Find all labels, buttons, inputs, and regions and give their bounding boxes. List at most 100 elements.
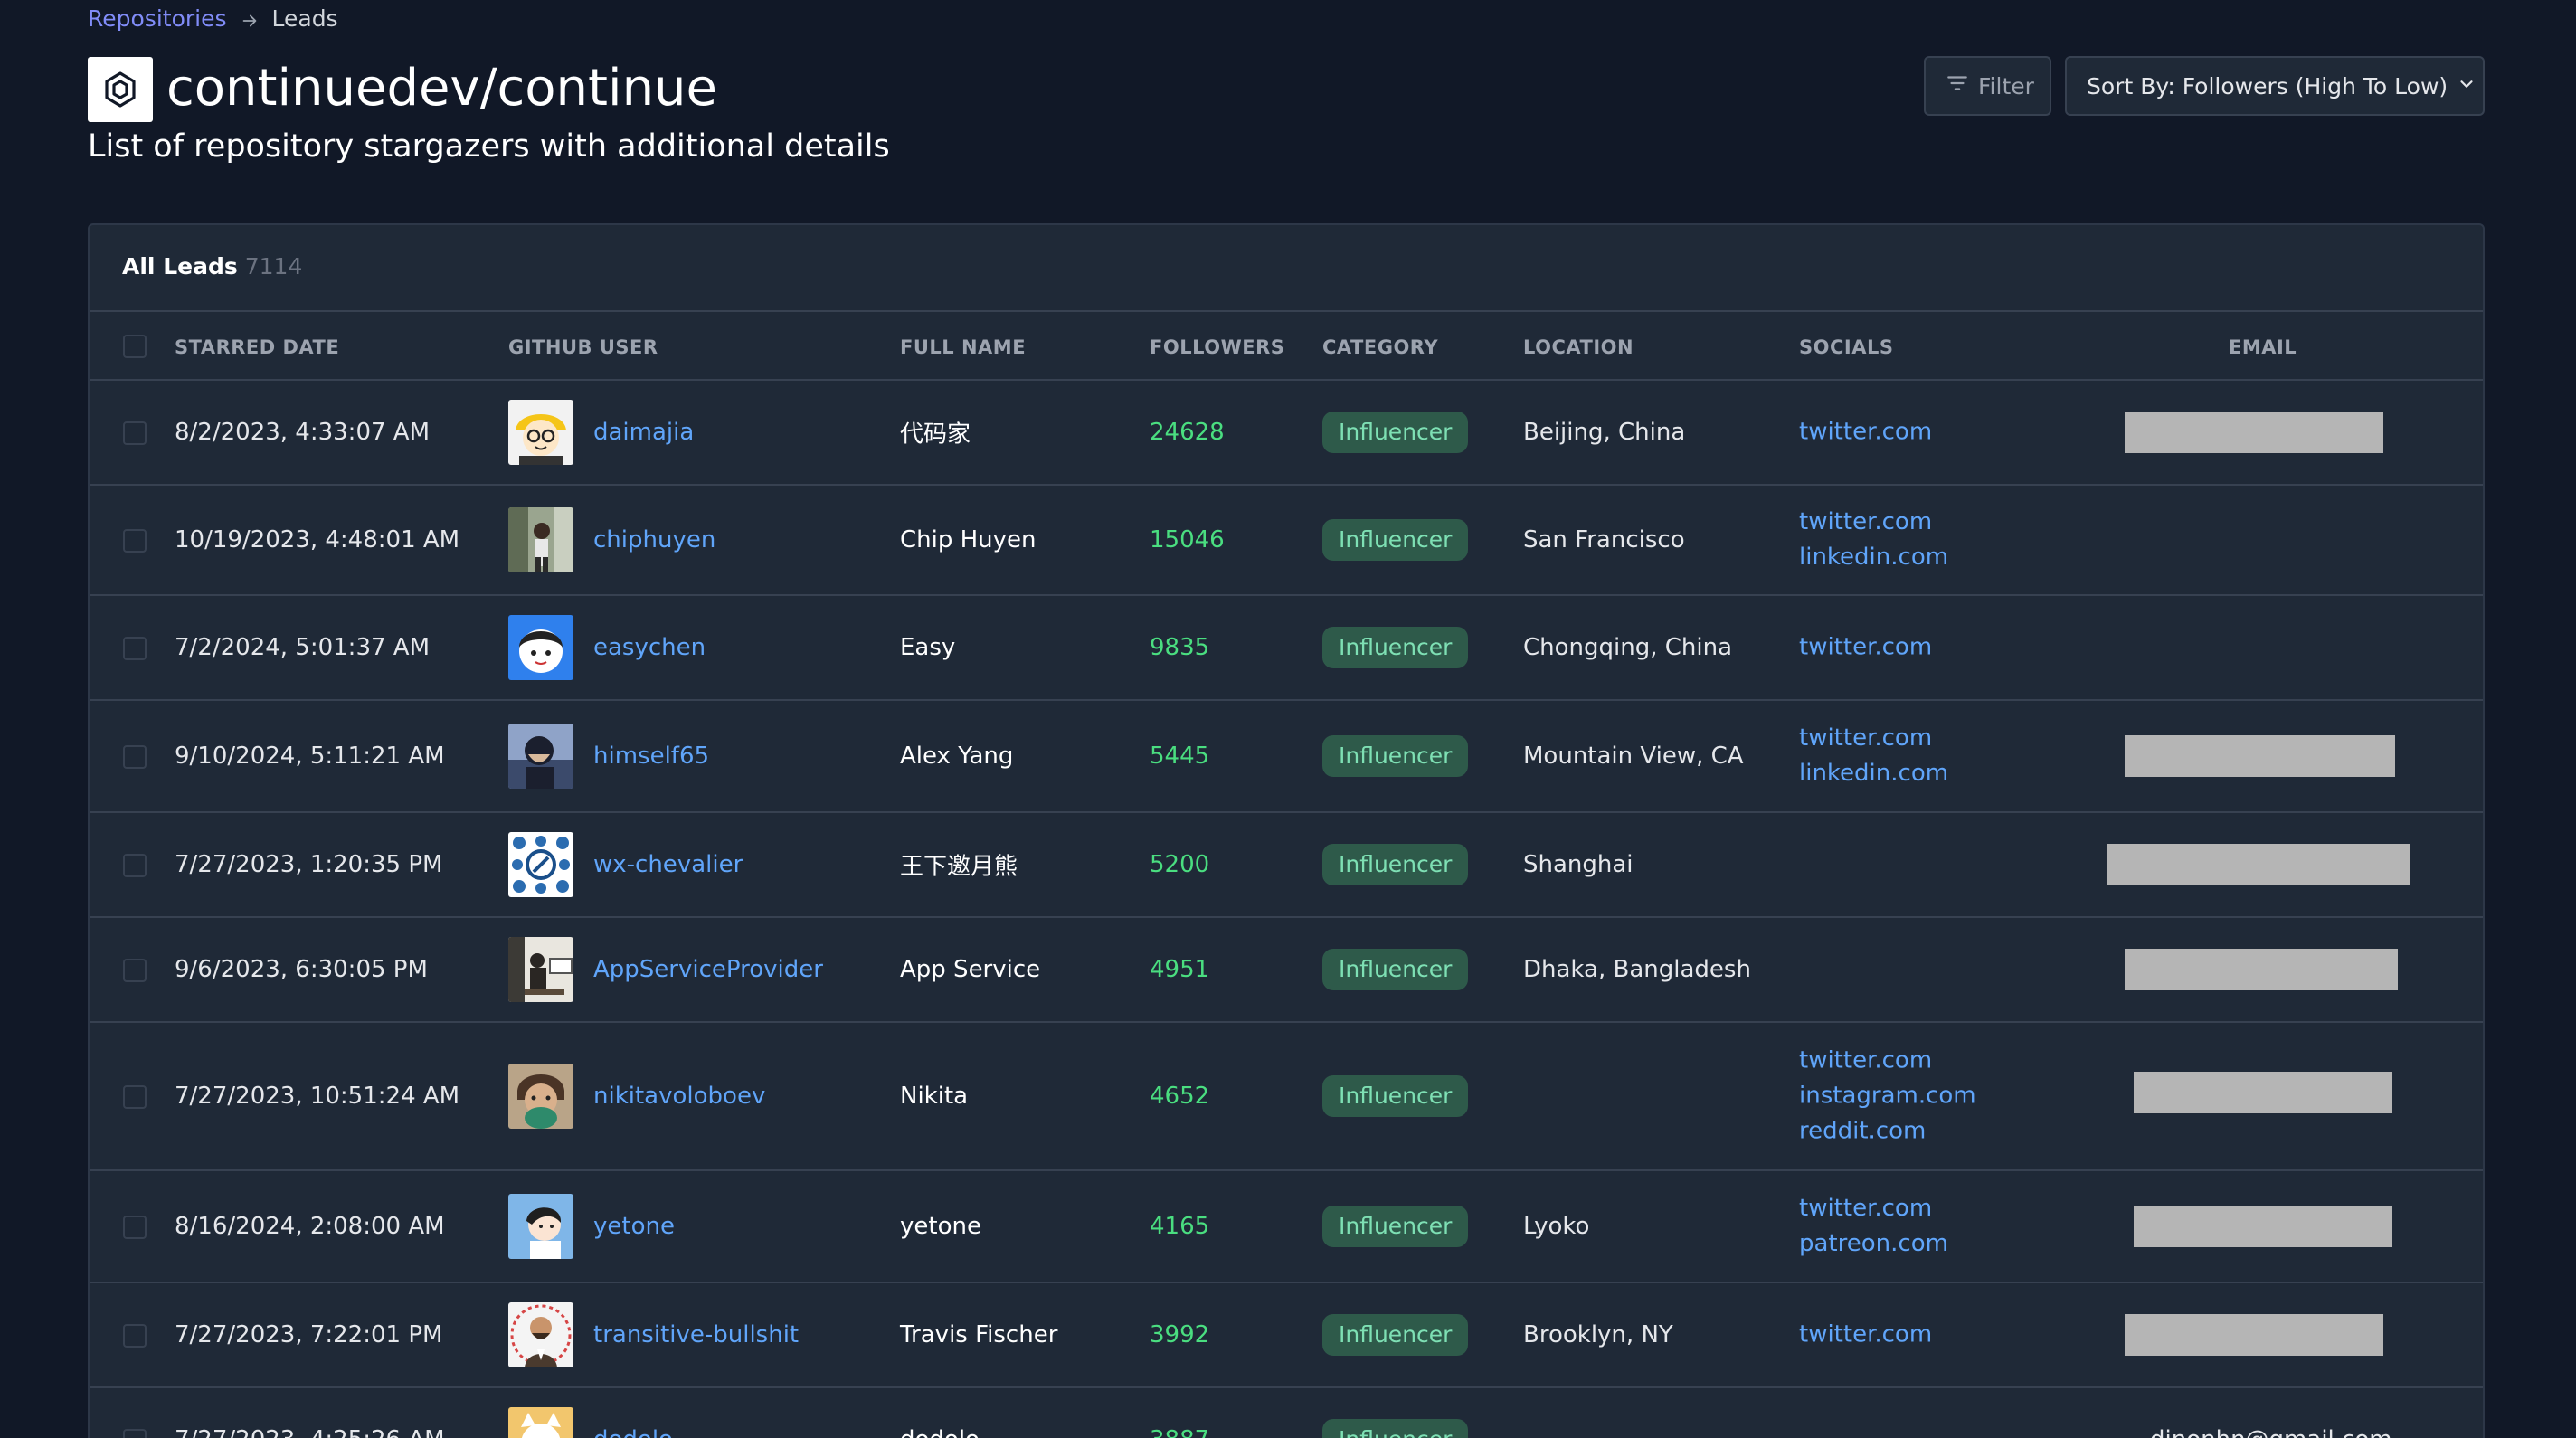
table-header: STARRED DATE GITHUB USER FULL NAME FOLLO… xyxy=(90,312,2483,381)
arrow-right-icon xyxy=(240,9,260,29)
social-link-twitter[interactable]: twitter.com xyxy=(1799,1320,1932,1350)
leads-table-card: All Leads 7114 STARRED DATE GITHUB USER F… xyxy=(88,223,2485,1438)
row-checkbox[interactable] xyxy=(123,745,147,769)
github-username-link[interactable]: yetone xyxy=(593,1213,675,1240)
github-username-link[interactable]: dodolo xyxy=(593,1426,673,1438)
email-redacted xyxy=(2134,1072,2392,1113)
row-checkbox[interactable] xyxy=(123,854,147,877)
column-header-socials[interactable]: SOCIALS xyxy=(1799,336,1893,358)
starred-date: 8/16/2024, 2:08:00 AM xyxy=(175,1213,445,1240)
table-row[interactable]: 7/27/2023, 4:25:26 AM dodolo dodolo 3887… xyxy=(90,1388,2483,1438)
table-row[interactable]: 9/6/2023, 6:30:05 PM AppServiceProvider … xyxy=(90,918,2483,1023)
starred-date: 9/10/2024, 5:11:21 AM xyxy=(175,743,445,770)
select-all-checkbox[interactable] xyxy=(123,335,147,358)
row-checkbox[interactable] xyxy=(123,959,147,982)
column-header-github-user[interactable]: GITHUB USER xyxy=(508,336,658,358)
social-link-instagram[interactable]: instagram.com xyxy=(1799,1082,1976,1112)
sort-dropdown[interactable]: Sort By: Followers (High To Low) xyxy=(2065,56,2485,116)
repo-logo xyxy=(88,57,153,122)
social-link-twitter[interactable]: twitter.com xyxy=(1799,418,1932,448)
row-checkbox[interactable] xyxy=(123,1429,147,1438)
user-avatar[interactable] xyxy=(508,937,573,1002)
social-link-twitter[interactable]: twitter.com xyxy=(1799,1046,1976,1076)
table-row[interactable]: 8/16/2024, 2:08:00 AM yetone yetone 4165… xyxy=(90,1171,2483,1283)
full-name: Travis Fischer xyxy=(900,1321,1058,1348)
full-name: yetone xyxy=(900,1213,981,1240)
category-badge: Influencer xyxy=(1322,412,1469,453)
table-row[interactable]: 7/27/2023, 1:20:35 PM wx-chevalier 王下邀月熊… xyxy=(90,813,2483,918)
user-avatar[interactable] xyxy=(508,832,573,897)
social-link-patreon[interactable]: patreon.com xyxy=(1799,1229,1948,1259)
social-link-linkedin[interactable]: linkedin.com xyxy=(1799,759,1948,789)
social-link-twitter[interactable]: twitter.com xyxy=(1799,507,1948,537)
sort-dropdown-label: Sort By: Followers (High To Low) xyxy=(2087,72,2448,99)
socials-list: twitter.com instagram.com reddit.com xyxy=(1799,1046,1976,1147)
row-checkbox[interactable] xyxy=(123,1085,147,1109)
row-checkbox[interactable] xyxy=(123,1216,147,1239)
row-checkbox[interactable] xyxy=(123,529,147,553)
socials-list: twitter.com linkedin.com xyxy=(1799,507,1948,572)
user-avatar[interactable] xyxy=(508,724,573,789)
full-name: Chip Huyen xyxy=(900,526,1037,553)
followers-count: 24628 xyxy=(1150,419,1225,446)
page-title: continuedev/continue xyxy=(166,59,717,118)
table-row[interactable]: 7/2/2024, 5:01:37 AM easychen Easy 9835 … xyxy=(90,596,2483,701)
filter-button[interactable]: Filter xyxy=(1924,56,2051,116)
social-link-reddit[interactable]: reddit.com xyxy=(1799,1117,1976,1147)
user-avatar[interactable] xyxy=(508,400,573,465)
user-avatar[interactable] xyxy=(508,615,573,680)
user-avatar[interactable] xyxy=(508,1407,573,1438)
row-checkbox[interactable] xyxy=(123,637,147,660)
user-avatar[interactable] xyxy=(508,507,573,572)
followers-count: 5445 xyxy=(1150,743,1210,770)
breadcrumb-repositories-link[interactable]: Repositories xyxy=(88,5,227,33)
row-checkbox[interactable] xyxy=(123,1324,147,1348)
github-username-link[interactable]: transitive-bullshit xyxy=(593,1321,799,1348)
column-header-category[interactable]: CATEGORY xyxy=(1322,336,1438,358)
full-name: dodolo xyxy=(900,1426,980,1438)
github-username-link[interactable]: AppServiceProvider xyxy=(593,956,823,983)
category-badge: Influencer xyxy=(1322,844,1469,885)
table-body: 8/2/2023, 4:33:07 AM daimajia 代码家 24628 … xyxy=(90,381,2483,1438)
column-header-full-name[interactable]: FULL NAME xyxy=(900,336,1026,358)
column-header-followers[interactable]: FOLLOWERS xyxy=(1150,336,1284,358)
followers-count: 4165 xyxy=(1150,1213,1210,1240)
location: Chongqing, China xyxy=(1523,634,1733,661)
table-row[interactable]: 10/19/2023, 4:48:01 AM chiphuyen Chip Hu… xyxy=(90,486,2483,596)
category-badge: Influencer xyxy=(1322,1314,1469,1356)
category-badge: Influencer xyxy=(1322,1206,1469,1247)
full-name: 王下邀月熊 xyxy=(900,853,1018,881)
row-checkbox[interactable] xyxy=(123,421,147,445)
category-badge: Influencer xyxy=(1322,735,1469,777)
social-link-twitter[interactable]: twitter.com xyxy=(1799,724,1948,753)
user-avatar[interactable] xyxy=(508,1302,573,1367)
github-username-link[interactable]: nikitavoloboev xyxy=(593,1083,765,1110)
location: San Francisco xyxy=(1523,526,1685,553)
user-avatar[interactable] xyxy=(508,1194,573,1259)
socials-list: twitter.com xyxy=(1799,633,1932,663)
chevron-down-icon xyxy=(2457,73,2477,99)
social-link-linkedin[interactable]: linkedin.com xyxy=(1799,543,1948,572)
followers-count: 15046 xyxy=(1150,526,1225,553)
column-header-starred-date[interactable]: STARRED DATE xyxy=(175,336,339,358)
github-username-link[interactable]: wx-chevalier xyxy=(593,851,743,878)
column-header-location[interactable]: LOCATION xyxy=(1523,336,1634,358)
user-avatar[interactable] xyxy=(508,1064,573,1129)
card-title: All Leads 7114 xyxy=(122,253,302,279)
email-redacted xyxy=(2107,844,2410,885)
table-row[interactable]: 8/2/2023, 4:33:07 AM daimajia 代码家 24628 … xyxy=(90,381,2483,486)
github-username-link[interactable]: easychen xyxy=(593,634,706,661)
table-row[interactable]: 7/27/2023, 10:51:24 AM nikitavoloboev Ni… xyxy=(90,1023,2483,1171)
socials-list: twitter.com linkedin.com xyxy=(1799,724,1948,789)
github-username-link[interactable]: himself65 xyxy=(593,743,709,770)
table-row[interactable]: 7/27/2023, 7:22:01 PM transitive-bullshi… xyxy=(90,1283,2483,1388)
social-link-twitter[interactable]: twitter.com xyxy=(1799,633,1932,663)
location: Mountain View, CA xyxy=(1523,743,1744,770)
column-header-email[interactable]: EMAIL xyxy=(2229,336,2297,358)
breadcrumb-current: Leads xyxy=(271,5,338,32)
github-username-link[interactable]: chiphuyen xyxy=(593,526,715,553)
table-row[interactable]: 9/10/2024, 5:11:21 AM himself65 Alex Yan… xyxy=(90,701,2483,813)
category-badge: Influencer xyxy=(1322,1075,1469,1117)
github-username-link[interactable]: daimajia xyxy=(593,419,694,446)
social-link-twitter[interactable]: twitter.com xyxy=(1799,1194,1948,1224)
